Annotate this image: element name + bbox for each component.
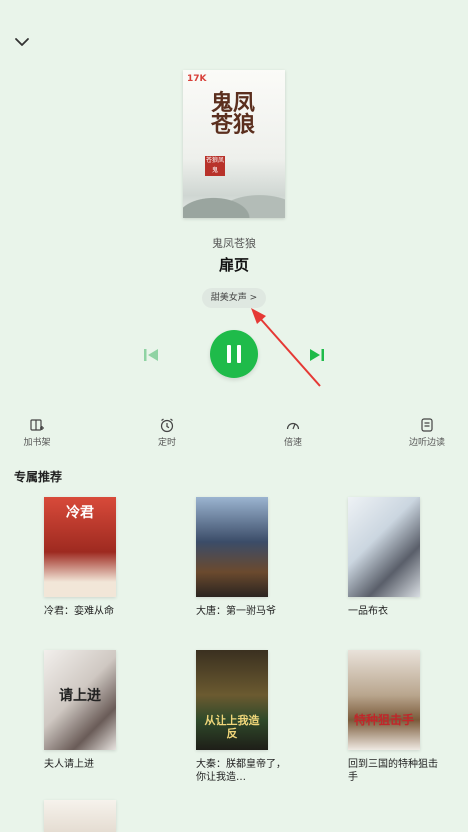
tool-label: 边听边读 xyxy=(408,438,445,448)
book-cover: 冷君 xyxy=(44,497,116,597)
speed-button[interactable]: 倍速 xyxy=(258,417,328,448)
cover-calligraphy-title: 鬼凤苍狼 xyxy=(211,90,256,138)
book-cover: 特种狙击手 xyxy=(348,650,420,750)
cover-seal: 苍狼凤鬼 xyxy=(205,156,225,176)
book-cover: 从让上我造反 xyxy=(196,650,268,750)
timer-button[interactable]: 定时 xyxy=(132,417,202,448)
collapse-chevron-down-icon[interactable] xyxy=(12,32,32,52)
book-title: 夫人请上进 xyxy=(44,759,94,770)
tool-label: 加书架 xyxy=(23,438,51,448)
book-title: 大唐：第一驸马爷 xyxy=(196,606,276,617)
book-card[interactable]: 一品布衣 xyxy=(348,497,448,618)
book-card[interactable] xyxy=(44,800,144,832)
alarm-clock-icon xyxy=(160,418,174,433)
book-cover: 17K 鬼凤苍狼 苍狼凤鬼 xyxy=(183,70,285,218)
book-card[interactable]: 特种狙击手 回到三国的特种狙击手 xyxy=(348,650,448,784)
bookshelf-add-icon xyxy=(30,419,44,431)
book-card[interactable]: 从让上我造反 大秦：朕都皇帝了，你让我造… xyxy=(196,650,296,784)
book-title: 一品布衣 xyxy=(348,606,388,617)
voice-select-button[interactable]: 甜美女声 > xyxy=(202,288,266,308)
section-title: 专属推荐 xyxy=(14,470,63,484)
chapter-title: 扉页 xyxy=(218,256,249,274)
tool-label: 倍速 xyxy=(283,438,302,448)
cover-title: 特种狙击手 xyxy=(353,713,414,727)
book-title: 回到三国的特种狙击手 xyxy=(348,759,438,783)
book-cover xyxy=(196,497,268,597)
tool-label: 定时 xyxy=(157,438,176,448)
book-author: 鬼凤苍狼 xyxy=(212,237,256,250)
next-chapter-icon[interactable] xyxy=(307,345,327,365)
cover-title: 从让上我造反 xyxy=(204,714,260,740)
cover-title: 请上进 xyxy=(59,688,101,704)
cover-mountain-art xyxy=(183,178,285,218)
add-bookshelf-button[interactable]: 加书架 xyxy=(2,417,72,448)
book-cover: 请上进 xyxy=(44,650,116,750)
book-card[interactable]: 冷君 冷君：娈难从命 xyxy=(44,497,144,618)
book-title: 大秦：朕都皇帝了，你让我造… xyxy=(196,759,286,783)
speed-icon xyxy=(286,422,300,430)
read-while-listen-button[interactable]: 边听边读 xyxy=(392,417,462,448)
book-cover xyxy=(44,800,116,832)
pause-icon xyxy=(227,345,241,363)
book-title: 冷君：娈难从命 xyxy=(44,606,114,617)
cover-title: 冷君 xyxy=(66,505,94,521)
read-while-listen-icon xyxy=(421,418,433,432)
book-card[interactable]: 请上进 夫人请上进 xyxy=(44,650,144,771)
previous-chapter-icon[interactable] xyxy=(141,345,161,365)
book-card[interactable]: 大唐：第一驸马爷 xyxy=(196,497,296,618)
pause-button[interactable] xyxy=(210,330,258,378)
book-cover xyxy=(348,497,420,597)
publisher-logo: 17K xyxy=(187,74,207,84)
